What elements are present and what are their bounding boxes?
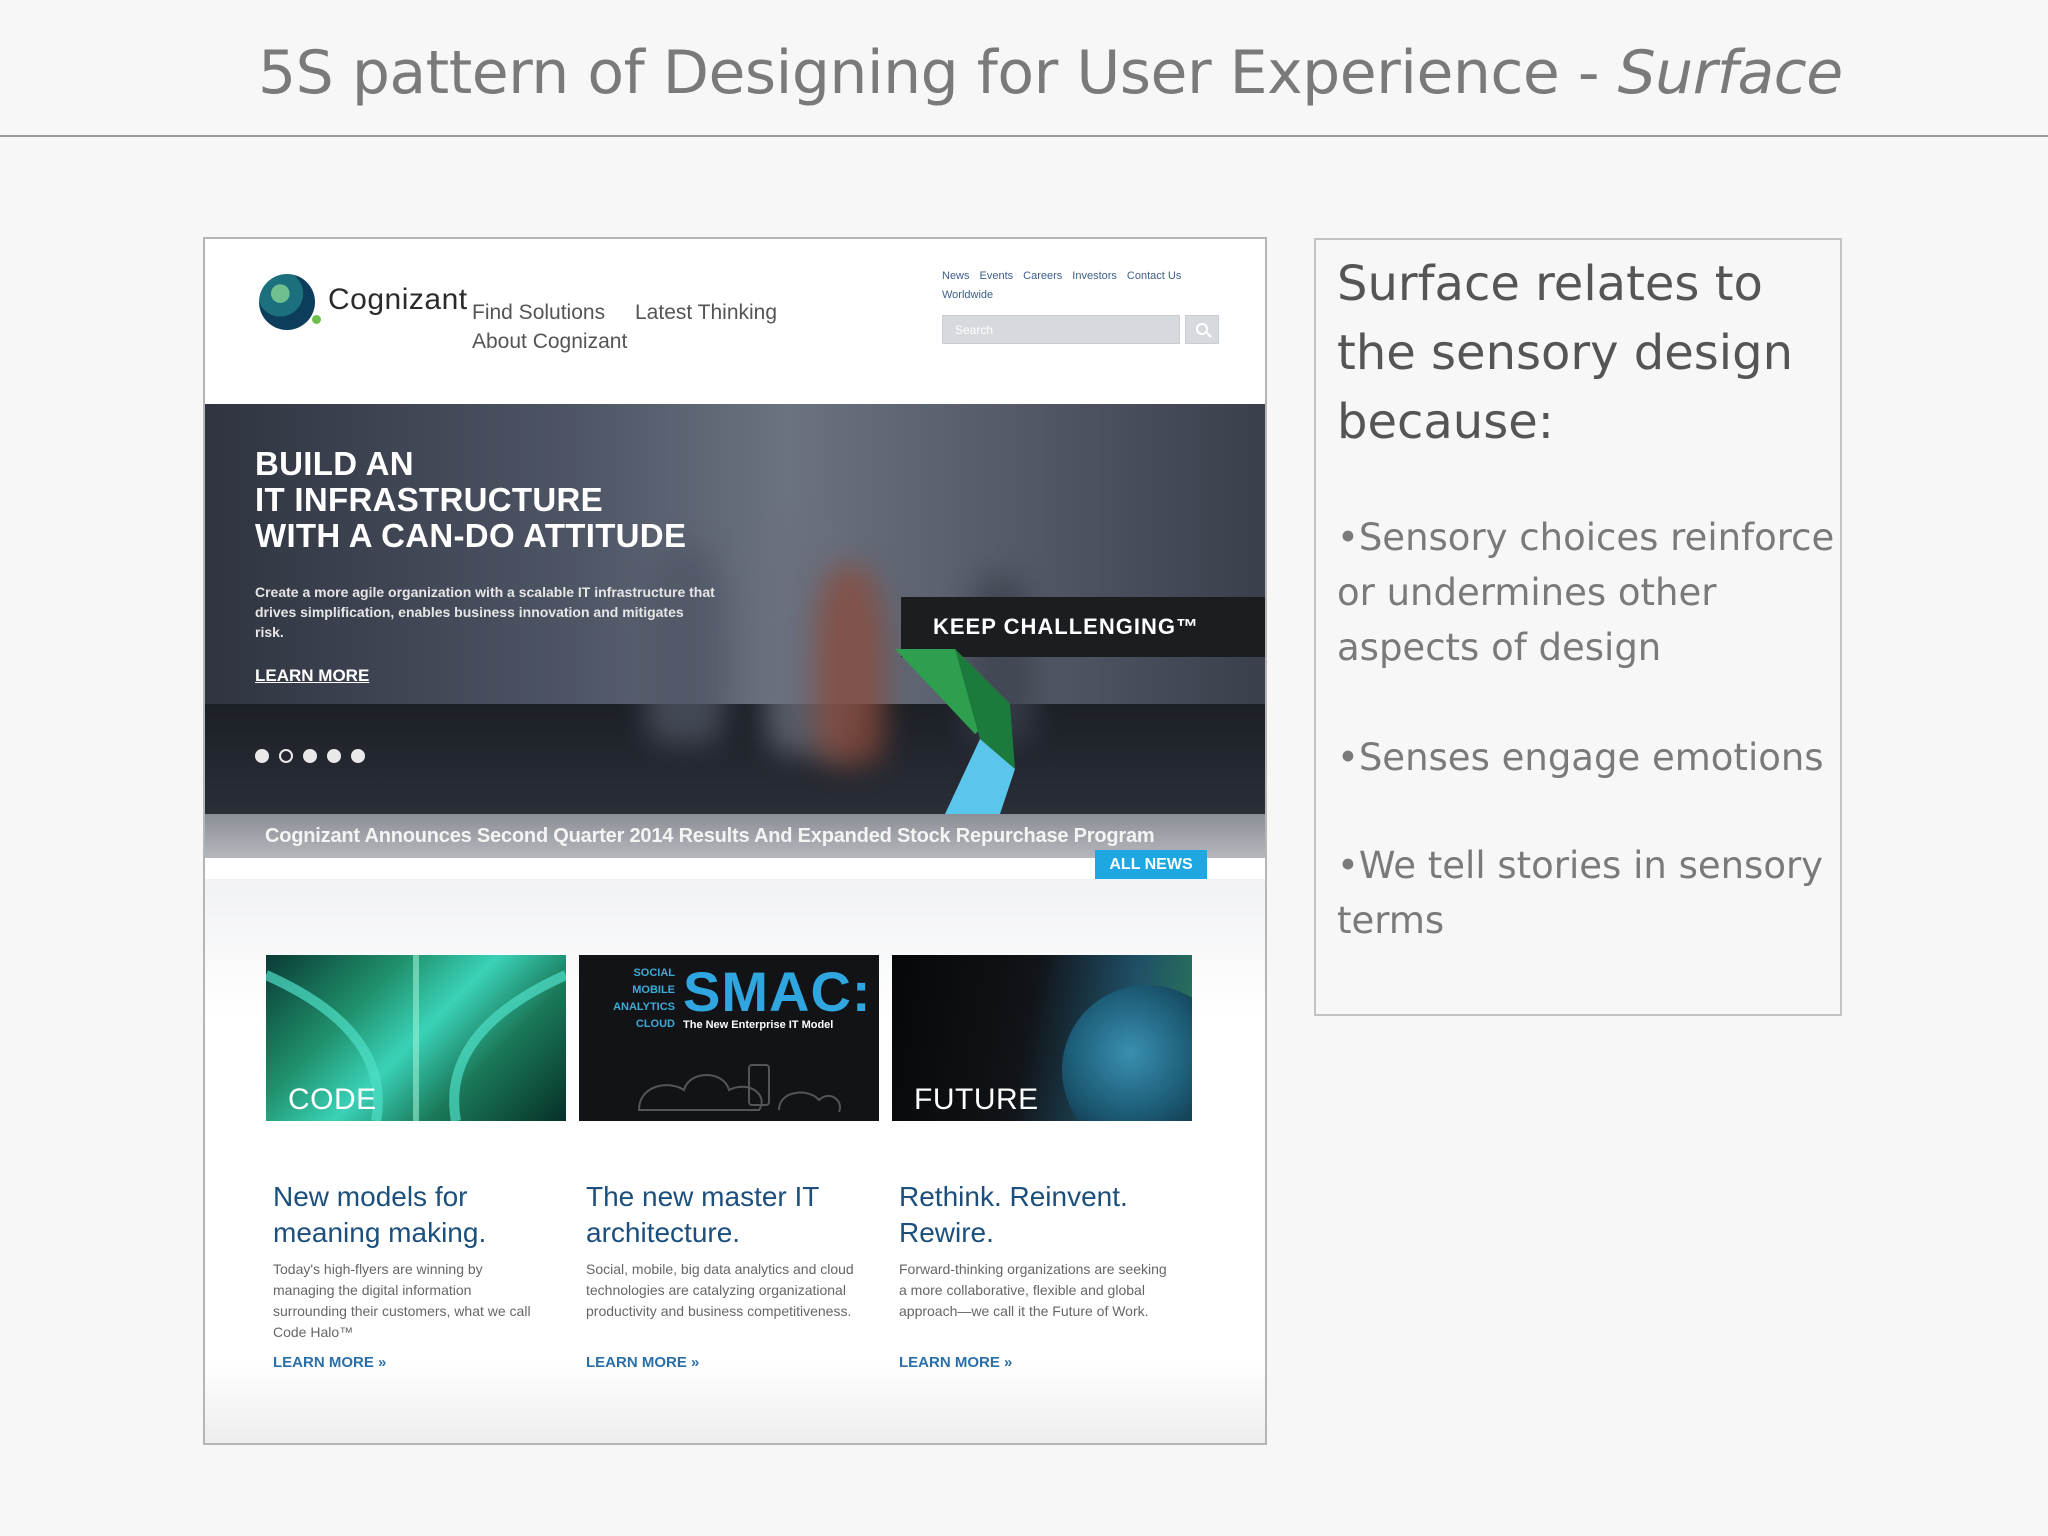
utility-link-careers[interactable]: Careers [1023,270,1062,282]
utility-link-investors[interactable]: Investors [1072,270,1117,282]
article-learn-more-link[interactable]: LEARN MORE » [273,1354,543,1371]
hero-learn-more-link[interactable]: LEARN MORE [255,666,369,686]
note-heading: Surface relates to the sensory design be… [1337,256,1793,450]
tile-code-halo[interactable]: CODE [266,955,566,1121]
chevron-graphic [895,649,1015,814]
smac-line: SOCIAL [633,967,675,979]
article-body: Social, mobile, big data analytics and c… [586,1261,854,1319]
article-title[interactable]: The new master IT architecture. [586,1179,856,1251]
hero-headline: BUILD AN IT INFRASTRUCTURE WITH A CAN-DO… [255,446,686,554]
note-bullet: •Sensory choices reinforce or undermines… [1337,516,1835,669]
article-code-halo: New models for meaning making. Today's hi… [273,1179,543,1343]
nav-latest-thinking[interactable]: Latest Thinking [635,301,777,325]
cloud-device-graphic [637,1064,841,1113]
blur-figure [645,544,725,744]
article-title[interactable]: Rethink. Reinvent. Rewire. [899,1179,1169,1251]
article-title-line: The new master IT [586,1181,820,1212]
tile-label: FUTURE [914,1083,1039,1116]
article-learn-more-link[interactable]: LEARN MORE » [586,1354,856,1371]
blur-figure [815,564,885,764]
article-title-line: Rethink. Reinvent. [899,1181,1128,1212]
article-future-of-work: Rethink. Reinvent. Rewire. Forward-thinki… [899,1179,1169,1322]
carousel-dot[interactable] [255,749,269,763]
article-title[interactable]: New models for meaning making. [273,1179,543,1251]
article-title-line: New models for [273,1181,468,1212]
carousel-dots [255,749,375,768]
hero-headline-line: BUILD AN [255,445,414,482]
tile-label: CODE [288,1083,377,1116]
search-icon[interactable] [1185,315,1219,344]
search-input[interactable]: Search [942,315,1180,344]
carousel-dot[interactable] [327,749,341,763]
article-title-line: Rewire. [899,1217,994,1248]
utility-nav: News Events Careers Investors Contact Us Wor… [942,267,1222,305]
utility-link-worldwide[interactable]: Worldwide [942,289,993,301]
surface-note-box: Surface relates to the sensory design be… [1314,238,1842,1016]
smac-side-text: SOCIAL MOBILE ANALYTICS CLOUD [603,965,675,1033]
note-bullet: •We tell stories in sensory terms [1337,844,1824,942]
nav-about-cognizant[interactable]: About Cognizant [472,330,627,354]
globe-graphic [1062,985,1192,1121]
carousel-dot[interactable] [303,749,317,763]
carousel-dot[interactable] [351,749,365,763]
utility-link-events[interactable]: Events [980,270,1014,282]
tile-future-of-work[interactable]: FUTURE [892,955,1192,1121]
hero-body: Create a more agile organization with a … [255,584,715,640]
article-body: Today's high-flyers are winning by manag… [273,1261,531,1340]
hero-headline-line: IT INFRASTRUCTURE [255,481,603,518]
smac-line: ANALYTICS [613,1001,675,1013]
slide-title: 5S pattern of Designing for User Experie… [258,30,1843,116]
all-news-button[interactable]: ALL NEWS [1095,850,1207,880]
title-divider [0,135,2048,137]
article-body: Forward-thinking organizations are seeki… [899,1261,1167,1319]
hero-headline-line: WITH A CAN-DO ATTITUDE [255,517,687,554]
note-bullet: •Senses engage emotions [1337,736,1824,779]
smac-title: SMAC: [683,960,872,1023]
article-learn-more-link[interactable]: LEARN MORE » [899,1354,1169,1371]
logo-text[interactable]: Cognizant [328,283,468,317]
tagline-box: KEEP CHALLENGING™ [901,597,1265,657]
cognizant-logo-icon[interactable] [259,274,321,330]
carousel-dot-active[interactable] [279,749,293,763]
article-smac: The new master IT architecture. Social, m… [586,1179,856,1322]
utility-link-contact[interactable]: Contact Us [1127,270,1181,282]
article-title-line: meaning making. [273,1217,487,1248]
slide-title-emphasis: Surface [1617,38,1844,108]
article-title-line: architecture. [586,1217,741,1248]
nav-find-solutions[interactable]: Find Solutions [472,301,605,325]
smac-line: MOBILE [632,984,675,996]
hero-banner: BUILD AN IT INFRASTRUCTURE WITH A CAN-DO… [205,404,1265,814]
site-header: Cognizant Find Solutions Latest Thinking… [205,239,1265,404]
smac-subtitle: The New Enterprise IT Model [683,1019,834,1031]
website-screenshot: Cognizant Find Solutions Latest Thinking… [203,237,1267,1445]
smac-line: CLOUD [635,1018,675,1030]
slide-title-main: 5S pattern of Designing for User Experie… [258,38,1618,108]
utility-link-news[interactable]: News [942,270,970,282]
tile-smac[interactable]: SOCIAL MOBILE ANALYTICS CLOUD SMAC: The … [579,955,879,1121]
